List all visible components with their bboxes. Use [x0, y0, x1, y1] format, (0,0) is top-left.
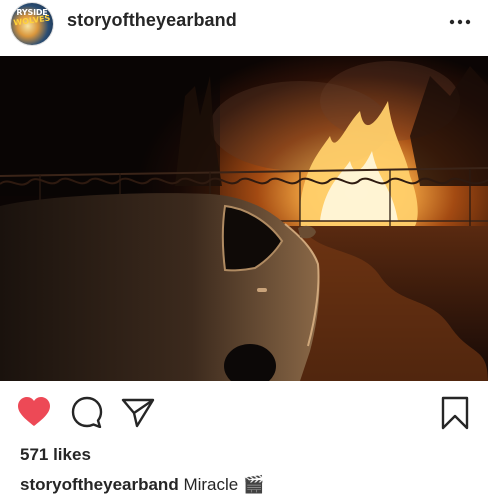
caption-username[interactable]: storyoftheyearband [20, 475, 179, 494]
likes-count[interactable]: 571 likes [20, 445, 91, 465]
post-photo[interactable] [0, 56, 488, 381]
post-username[interactable]: storyoftheyearband [67, 10, 237, 31]
comment-icon[interactable] [70, 396, 104, 428]
car-and-fire-photo [0, 56, 488, 381]
send-icon[interactable] [121, 396, 155, 428]
clapperboard-emoji: 🎬 [242, 475, 265, 494]
avatar[interactable]: RYSIDE WOLVES [11, 3, 53, 45]
post-header: RYSIDE WOLVES storyoftheyearband [0, 0, 488, 56]
more-horizontal-icon[interactable] [448, 12, 472, 32]
post-caption: storyoftheyearband Miracle 🎬 [20, 475, 264, 495]
bookmark-icon[interactable] [440, 396, 470, 430]
heart-icon[interactable] [17, 396, 51, 428]
caption-text: Miracle [183, 475, 239, 494]
post-actions [0, 390, 488, 436]
